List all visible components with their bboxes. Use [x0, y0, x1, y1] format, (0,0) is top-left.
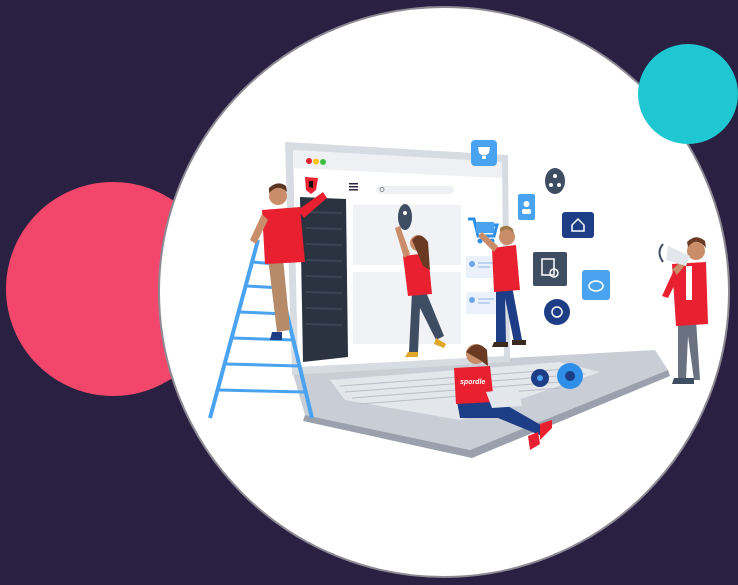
man-with-megaphone	[658, 237, 708, 384]
illustration-stage: spordle	[0, 0, 738, 585]
piggy-bank-icon	[582, 270, 610, 300]
megaphone-icon	[666, 246, 690, 266]
home-icon	[562, 212, 594, 238]
network-icon	[545, 168, 565, 194]
gear-badge-icon	[544, 299, 570, 325]
team-building-website-illustration: spordle	[208, 140, 708, 458]
sidebar-panel	[300, 197, 348, 362]
search-bar	[376, 186, 454, 194]
users-icon	[398, 204, 412, 230]
menu-icon	[349, 183, 358, 191]
shirt-brand-text: spordle	[460, 379, 485, 386]
document-search-icon	[533, 252, 567, 286]
